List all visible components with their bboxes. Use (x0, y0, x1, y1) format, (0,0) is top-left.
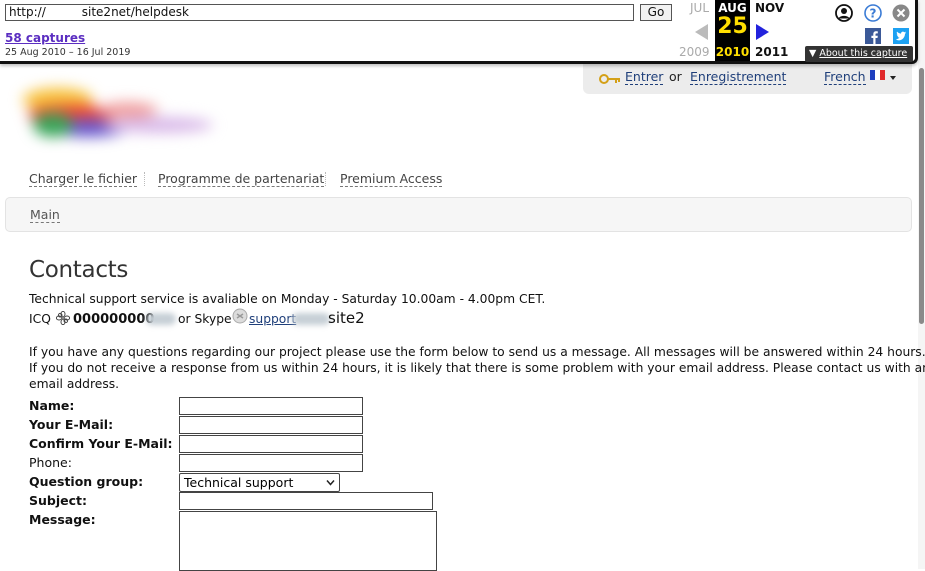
email-label: Your E-Mail: (29, 417, 114, 432)
confirm-email-field[interactable] (179, 435, 363, 453)
nav-divider (144, 172, 145, 186)
site-logo[interactable] (18, 80, 218, 150)
phone-label: Phone: (29, 455, 72, 470)
next-capture-arrow-icon[interactable] (756, 24, 769, 40)
login-link[interactable]: Entrer (625, 70, 664, 85)
facebook-icon[interactable] (865, 28, 881, 44)
name-label: Name: (29, 398, 75, 413)
message-textarea[interactable] (179, 511, 437, 571)
prev-capture-arrow-icon[interactable] (695, 24, 708, 40)
subject-label: Subject: (29, 493, 87, 508)
login-bar: Entrer or Enregistrement French (583, 64, 912, 94)
support-hours-text: Technical support service is avaliable o… (29, 292, 546, 306)
chevron-down-icon[interactable] (890, 76, 896, 80)
about-capture-label: About this capture (819, 48, 908, 59)
icq-label: ICQ (29, 312, 51, 326)
wayback-toolbar: http:// site2net/helpdesk Go 58 captures… (0, 0, 918, 64)
email-field[interactable] (179, 416, 363, 434)
contact-line: ICQ 000000000 or Skype support site2 (29, 308, 409, 328)
nav-premium-access[interactable]: Premium Access (340, 171, 443, 187)
language-selector[interactable]: French (824, 70, 866, 85)
next-year[interactable]: 2011 (755, 45, 788, 59)
key-icon (599, 74, 620, 84)
caret-down-icon: ▼ (809, 48, 817, 59)
breadcrumb: Main (5, 197, 912, 232)
chevron-down-icon (326, 480, 335, 486)
user-account-icon[interactable] (835, 4, 853, 22)
french-flag-icon[interactable] (870, 70, 885, 80)
phone-field[interactable] (179, 454, 363, 472)
next-month[interactable]: NOV (755, 1, 784, 15)
help-icon[interactable]: ? (864, 4, 882, 22)
page-title: Contacts (29, 257, 129, 283)
redacted-blur (146, 313, 176, 325)
skype-icon (232, 308, 248, 324)
prev-year[interactable]: 2009 (679, 45, 710, 59)
svg-text:?: ? (870, 7, 877, 21)
question-group-select[interactable]: Technical support (179, 473, 340, 492)
redacted-blur (292, 313, 330, 325)
breadcrumb-main-link[interactable]: Main (30, 208, 60, 223)
about-capture-button[interactable]: ▼ About this capture (805, 46, 913, 62)
nav-divider (325, 172, 326, 186)
prev-month[interactable]: JUL (690, 1, 709, 15)
current-year: 2010 (715, 45, 750, 59)
info-text-3: email address. (29, 377, 120, 391)
skype-label: or Skype (178, 312, 232, 326)
question-group-value: Technical support (184, 475, 294, 490)
twitter-icon[interactable] (893, 28, 909, 44)
wayback-go-button[interactable]: Go (640, 4, 672, 21)
current-day: 25 (717, 14, 748, 39)
question-group-label: Question group: (29, 474, 144, 489)
capture-date-range: 25 Aug 2010 – 16 Jul 2019 (5, 47, 131, 58)
skype-support-link[interactable]: support (249, 312, 296, 326)
wayback-url-input[interactable]: http:// site2net/helpdesk (5, 4, 634, 21)
info-text-1: If you have any questions regarding our … (29, 345, 925, 359)
nav-upload-file[interactable]: Charger le fichier (29, 171, 138, 187)
nav-partner-program[interactable]: Programme de partenariat (158, 171, 325, 187)
current-month: AUG (718, 1, 747, 15)
close-icon[interactable] (892, 4, 910, 22)
confirm-email-label: Confirm Your E-Mail: (29, 436, 173, 451)
name-field[interactable] (179, 397, 363, 415)
captures-link[interactable]: 58 captures (5, 31, 85, 45)
info-text-2: If you do not receive a response from us… (29, 361, 925, 375)
icq-number: 000000000 (73, 312, 155, 327)
subject-field[interactable] (179, 492, 433, 510)
icq-flower-icon (56, 311, 70, 325)
login-or-text: or (669, 69, 682, 84)
page-scrollbar[interactable] (918, 0, 925, 569)
register-link[interactable]: Enregistrement (690, 70, 787, 85)
message-label: Message: (29, 512, 96, 527)
scrollbar-thumb[interactable] (919, 68, 924, 324)
skype-suffix: site2 (328, 309, 365, 327)
